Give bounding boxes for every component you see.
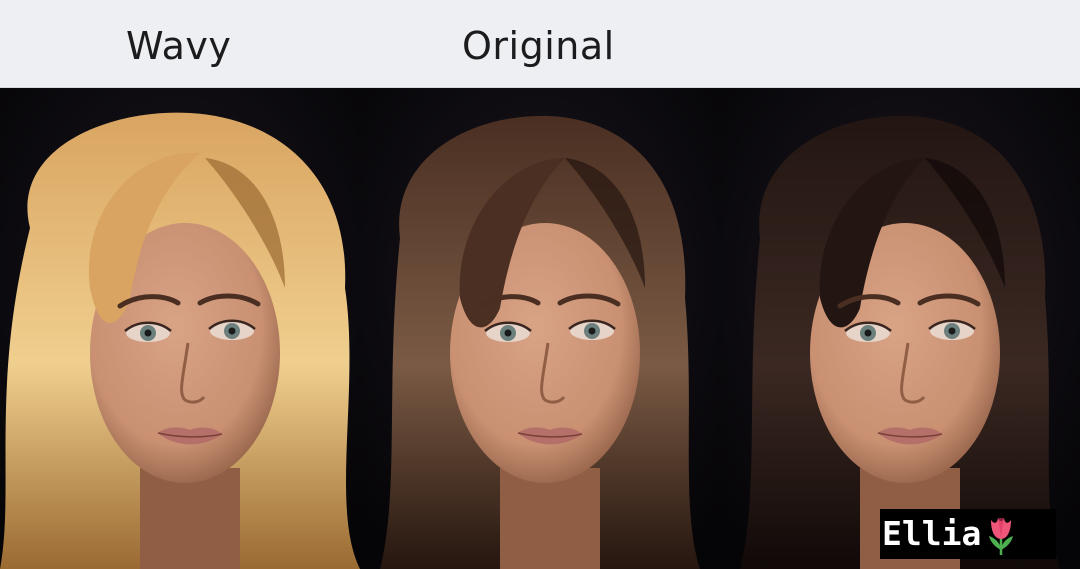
portrait-panel-dark (720, 88, 1080, 569)
tulip-icon (989, 518, 1014, 555)
left-pupil (504, 329, 512, 337)
portrait-row (0, 88, 1080, 569)
right-pupil (948, 327, 956, 335)
portrait-wavy-image (0, 88, 360, 569)
portrait-panel-original (360, 88, 720, 569)
portrait-panel-wavy (0, 88, 360, 569)
left-pupil (864, 329, 872, 337)
watermark: Ellia (880, 509, 1056, 559)
neck (140, 468, 240, 569)
portrait-dark-image (720, 88, 1080, 569)
right-pupil (588, 327, 596, 335)
right-pupil (228, 327, 236, 335)
label-original: Original (462, 24, 615, 68)
neck (500, 468, 600, 569)
watermark-text: Ellia (882, 514, 982, 553)
left-pupil (144, 329, 152, 337)
header-bar: Wavy Original (0, 0, 1080, 88)
label-wavy: Wavy (126, 24, 232, 68)
portrait-original-image (360, 88, 720, 569)
